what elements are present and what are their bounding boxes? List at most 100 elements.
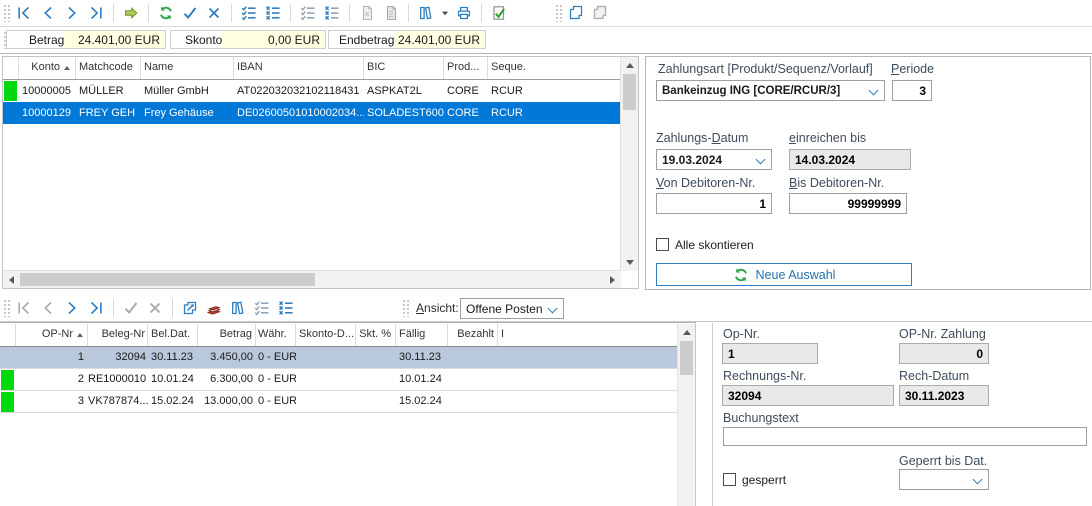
table-row[interactable]: 2 RE1000010 10.01.24 6.300,00 0 - EUR 10… (0, 369, 678, 391)
column-header-prod[interactable]: Prod... (444, 57, 488, 79)
column-header-indicator[interactable] (3, 57, 19, 79)
column-header-konto[interactable]: Konto (19, 57, 76, 79)
periode-field[interactable] (892, 80, 932, 101)
betrag-label: Betrag (7, 31, 64, 48)
reports-icon[interactable] (416, 3, 436, 23)
zahlungsart-select[interactable]: Bankeinzug ING [CORE/RCUR/3] (656, 80, 885, 101)
ansicht-select[interactable]: Offene Posten (460, 298, 564, 319)
open-items-header: OP-Nr Beleg-Nr Bel.Dat. Betrag Währ. Sko… (0, 324, 678, 347)
toolbar-separator (172, 299, 173, 317)
scrollbar-thumb[interactable] (20, 273, 315, 286)
window-switch-icon[interactable] (180, 298, 200, 318)
scroll-left-icon[interactable] (3, 271, 20, 288)
column-header-beldat[interactable]: Bel.Dat. (148, 324, 198, 346)
checklist-icon[interactable] (252, 298, 272, 318)
scroll-up-icon[interactable] (621, 57, 638, 74)
buchungstext-input[interactable] (723, 427, 1087, 446)
column-header-name[interactable]: Name (141, 57, 234, 79)
toolbar-separator (113, 4, 114, 22)
zahlungsdatum-label: Zahlungs-Datum (656, 131, 748, 145)
horizontal-scrollbar[interactable] (3, 270, 621, 288)
periode-label: Periode (891, 62, 934, 76)
checklist-icon[interactable] (298, 3, 318, 23)
nav-first-icon[interactable] (14, 3, 34, 23)
scrollbar-thumb[interactable] (623, 74, 636, 110)
scroll-right-icon[interactable] (604, 271, 621, 288)
column-header-opnr[interactable]: OP-Nr (16, 324, 88, 346)
bis-debitoren-label: Bis Debitoren-Nr. (789, 176, 884, 190)
toolbar-grip[interactable] (3, 299, 10, 317)
status-indicator-green (4, 81, 17, 101)
geperrt-bis-select[interactable] (899, 469, 989, 490)
table-row-selected[interactable]: 10000129 FREY GEH Frey Gehäuse DE0260050… (3, 102, 621, 124)
column-header-skontod[interactable]: Skonto-D... (296, 324, 356, 346)
paste2-icon (381, 3, 401, 23)
crosslist-icon[interactable] (263, 3, 283, 23)
status-indicator-green (1, 370, 14, 390)
chevron-down-icon (869, 86, 879, 96)
refresh-icon (733, 267, 749, 283)
nav-next-icon[interactable] (62, 298, 82, 318)
nav-last-icon[interactable] (86, 298, 106, 318)
protocol-check-icon[interactable] (489, 3, 509, 23)
column-header-bezahlt[interactable]: Bezahlt (448, 324, 498, 346)
print-list-icon[interactable] (566, 3, 586, 23)
vertical-scrollbar[interactable] (620, 57, 638, 271)
von-debitoren-field[interactable] (656, 193, 772, 214)
print-icon[interactable] (454, 3, 474, 23)
table-row[interactable]: 10000005 MÜLLER Müller GmbH AT0220320321… (3, 80, 621, 102)
scroll-down-icon[interactable] (621, 254, 638, 271)
column-header-betrag[interactable]: Betrag (198, 324, 256, 346)
toolbar-grip[interactable] (3, 4, 10, 22)
crosslist-icon[interactable] (276, 298, 296, 318)
forward-icon[interactable] (121, 3, 141, 23)
buchungstext-label: Buchungstext (723, 411, 799, 425)
bis-debitoren-field[interactable] (789, 193, 907, 214)
vertical-scrollbar[interactable] (677, 324, 695, 506)
scroll-up-icon[interactable] (678, 324, 695, 341)
payment-panel: Zahlungsart [Produkt/Sequenz/Vorlauf] Pe… (645, 56, 1091, 290)
nav-first-icon (14, 298, 34, 318)
chevron-down-icon (973, 475, 983, 485)
column-header-faellig[interactable]: Fällig (396, 324, 448, 346)
einreichen-bis-label: einreichen bis (789, 131, 866, 145)
column-header-indicator[interactable] (0, 324, 16, 346)
crosslist-icon[interactable] (322, 3, 342, 23)
column-header-bic[interactable]: BIC (364, 57, 444, 79)
reports-icon[interactable] (228, 298, 248, 318)
table-row-selected[interactable]: 1 32094 30.11.23 3.450,00 0 - EUR 30.11.… (0, 347, 678, 369)
column-header-truncated[interactable]: I (498, 324, 678, 346)
refresh-icon[interactable] (156, 3, 176, 23)
account-books-icon[interactable] (204, 298, 224, 318)
nav-last-icon[interactable] (86, 3, 106, 23)
toolbar-grip[interactable] (402, 299, 409, 317)
opnr-label: Op-Nr. (723, 327, 760, 341)
column-header-matchcode[interactable]: Matchcode (76, 57, 141, 79)
toolbar-separator (290, 4, 291, 22)
rechdatum-field (899, 385, 989, 406)
gesperrt-label: gesperrt (742, 473, 786, 487)
rechnungsnr-field (722, 385, 894, 406)
toolbar-separator (408, 4, 409, 22)
column-header-belegnr[interactable]: Beleg-Nr (88, 324, 148, 346)
nav-prev-icon[interactable] (38, 3, 58, 23)
neue-auswahl-button[interactable]: Neue Auswahl (656, 263, 912, 286)
checklist-icon[interactable] (239, 3, 259, 23)
column-header-skt[interactable]: Skt. % (356, 324, 396, 346)
column-header-waehr[interactable]: Währ. (256, 324, 296, 346)
toolbar-grip[interactable] (555, 4, 562, 22)
chevron-down-icon (756, 155, 766, 165)
scrollbar-thumb[interactable] (680, 341, 693, 375)
einreichen-bis-field (789, 149, 911, 170)
nav-next-icon[interactable] (62, 3, 82, 23)
column-header-iban[interactable]: IBAN (234, 57, 364, 79)
reports-caret-icon[interactable] (440, 3, 450, 23)
betrag-value: 24.401,00 EUR (64, 31, 165, 48)
gesperrt-checkbox[interactable] (723, 473, 736, 486)
confirm-icon[interactable] (180, 3, 200, 23)
alle-skontieren-checkbox[interactable] (656, 238, 669, 251)
table-row[interactable]: 3 VK787874... 15.02.24 13.000,00 0 - EUR… (0, 391, 678, 413)
column-header-sequenz[interactable]: Seque. (488, 57, 621, 79)
zahlungsdatum-select[interactable]: 19.03.2024 (656, 149, 772, 170)
cancel-icon[interactable] (204, 3, 224, 23)
